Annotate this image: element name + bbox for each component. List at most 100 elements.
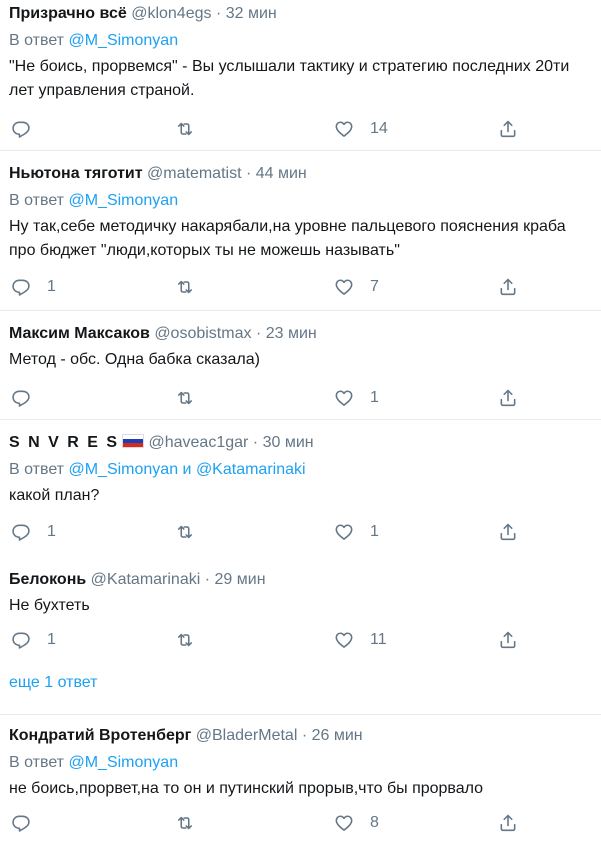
russia-flag-icon (122, 434, 145, 448)
share-icon (500, 523, 516, 541)
heart-icon (335, 524, 353, 540)
tweet[interactable]: Белоконь @Katamarinaki · 29 мин Не бухте… (0, 559, 601, 661)
reply-mention[interactable]: @M_Simonyan (68, 461, 178, 478)
tweet[interactable]: Максим Максаков @osobistmax · 23 мин Мет… (0, 311, 601, 420)
like-count: 11 (370, 631, 387, 648)
share-icon (500, 120, 516, 138)
reply-prefix: В ответ (9, 754, 65, 771)
retweet-icon (177, 122, 193, 136)
reply-count: 1 (47, 631, 56, 648)
reply-prefix: В ответ (9, 461, 65, 478)
separator-dot: · (255, 325, 262, 342)
tweet-actions: 1 7 (9, 275, 601, 299)
user-handle[interactable]: @matematist (147, 165, 241, 182)
timestamp[interactable]: 32 мин (226, 5, 277, 22)
user-handle[interactable]: @osobistmax (154, 325, 251, 342)
tweet-text: Метод - обс. Одна бабка сказала) (9, 351, 260, 368)
like-count: 8 (370, 814, 379, 831)
timestamp[interactable]: 23 мин (266, 325, 317, 342)
tweet-actions: 1 (9, 386, 601, 410)
retweet-button[interactable] (175, 628, 195, 652)
share-button[interactable] (498, 117, 518, 141)
reply-prefix: В ответ (9, 192, 65, 209)
share-button[interactable] (498, 628, 518, 652)
share-button[interactable] (498, 520, 518, 544)
retweet-button[interactable] (175, 117, 195, 141)
timestamp[interactable]: 30 мин (263, 434, 314, 451)
share-icon (500, 814, 516, 832)
tweet-text: какой план? (9, 487, 100, 504)
retweet-button[interactable] (175, 275, 195, 299)
retweet-button[interactable] (175, 386, 195, 410)
reply-icon (12, 121, 30, 138)
retweet-icon (177, 391, 193, 405)
tweet[interactable]: Кондратий Вротенберг @BladerMetal · 26 м… (0, 715, 601, 855)
reply-button[interactable]: 1 (11, 628, 56, 652)
reply-button[interactable]: 1 (11, 275, 56, 299)
reply-icon (12, 524, 30, 541)
tweet[interactable]: Ньютона тяготит @matematist · 44 мин В о… (0, 151, 601, 311)
show-more-replies-link[interactable]: еще 1 ответ (0, 661, 601, 715)
user-name[interactable]: Максим Максаков (9, 325, 150, 342)
tweet-header: Призрачно всё @klon4egs · 32 мин (9, 0, 601, 24)
user-name[interactable]: Призрачно всё (9, 5, 127, 22)
reply-button[interactable]: 1 (11, 520, 56, 544)
user-name[interactable]: Ньютона тяготит (9, 165, 143, 182)
tweet-actions: 8 (9, 811, 601, 835)
retweet-icon (177, 525, 193, 539)
reply-context: В ответ @M_Simonyan (9, 191, 601, 211)
user-name[interactable]: Кондратий Вротенберг (9, 727, 191, 744)
reply-mention[interactable]: @M_Simonyan (68, 192, 178, 209)
heart-icon (335, 815, 353, 831)
retweet-button[interactable] (175, 811, 195, 835)
separator-dot: · (215, 5, 222, 22)
reply-icon (12, 279, 30, 296)
reply-mention[interactable]: @M_Simonyan (68, 754, 178, 771)
timestamp[interactable]: 26 мин (312, 727, 363, 744)
tweet[interactable]: S N V R E S @haveac1gar · 30 мин В ответ… (0, 420, 601, 559)
user-name[interactable]: Белоконь (9, 571, 86, 588)
share-button[interactable] (498, 811, 518, 835)
user-handle[interactable]: @BladerMetal (196, 727, 298, 744)
retweet-icon (177, 280, 193, 294)
like-button[interactable]: 1 (334, 386, 379, 410)
reply-and: и (182, 461, 192, 478)
user-handle[interactable]: @klon4egs (131, 5, 211, 22)
share-button[interactable] (498, 386, 518, 410)
tweet-header: S N V R E S @haveac1gar · 30 мин (9, 420, 601, 453)
user-name[interactable]: S N V R E S (9, 434, 119, 451)
timestamp[interactable]: 29 мин (215, 571, 266, 588)
reply-button[interactable] (11, 117, 47, 141)
like-button[interactable]: 11 (334, 628, 387, 652)
reply-context: В ответ @M_Simonyan и @Katamarinaki (9, 460, 601, 480)
reply-context: В ответ @M_Simonyan (9, 753, 601, 773)
like-button[interactable]: 14 (334, 117, 388, 141)
share-button[interactable] (498, 275, 518, 299)
timestamp[interactable]: 44 мин (256, 165, 307, 182)
tweet-text: не боись,прорвет,на то он и путинский пр… (9, 780, 484, 797)
like-count: 14 (370, 120, 388, 137)
reply-icon (12, 632, 30, 649)
reply-context: В ответ @M_Simonyan (9, 31, 601, 51)
like-button[interactable]: 8 (334, 811, 379, 835)
reply-icon (12, 815, 30, 832)
tweet[interactable]: Призрачно всё @klon4egs · 32 мин В ответ… (0, 0, 601, 151)
separator-dot: · (245, 165, 252, 182)
like-button[interactable]: 7 (334, 275, 379, 299)
reply-button[interactable] (11, 811, 47, 835)
share-icon (500, 278, 516, 296)
tweet-header: Ньютона тяготит @matematist · 44 мин (9, 151, 601, 184)
reply-mention[interactable]: @M_Simonyan (68, 32, 178, 49)
heart-icon (335, 390, 353, 406)
separator-dot: · (204, 571, 211, 588)
like-button[interactable]: 1 (334, 520, 379, 544)
reply-mention-2[interactable]: @Katamarinaki (196, 461, 306, 478)
retweet-button[interactable] (175, 520, 195, 544)
like-count: 1 (370, 523, 379, 540)
reply-button[interactable] (11, 386, 47, 410)
user-handle[interactable]: @haveac1gar (148, 434, 248, 451)
heart-icon (335, 632, 353, 648)
user-handle[interactable]: @Katamarinaki (91, 571, 201, 588)
tweet-actions: 14 (9, 117, 601, 141)
retweet-icon (177, 633, 193, 647)
